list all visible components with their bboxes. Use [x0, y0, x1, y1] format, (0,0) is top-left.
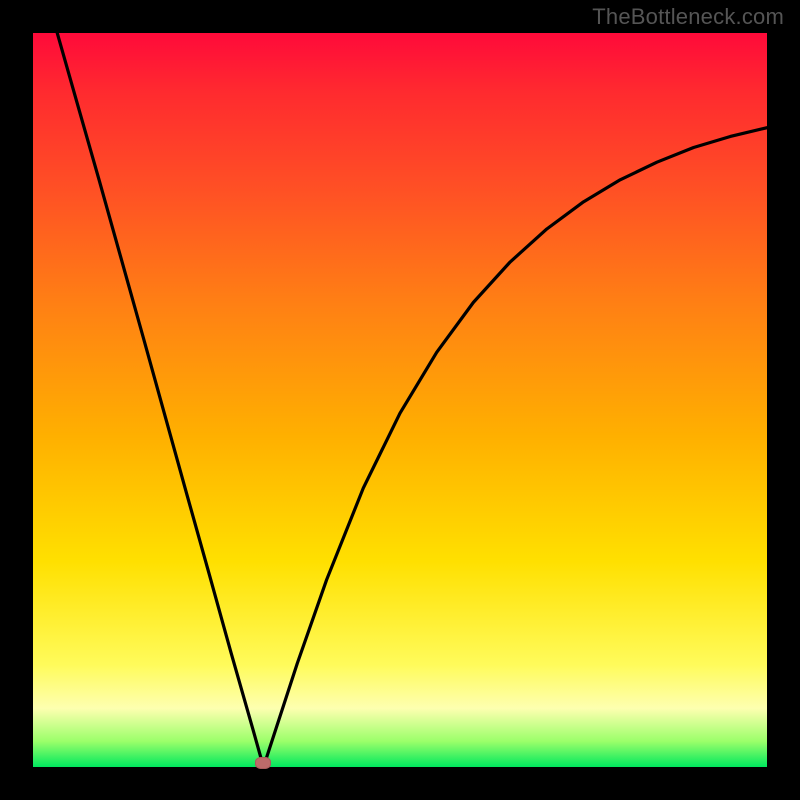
curve-svg — [33, 33, 767, 767]
chart-frame: TheBottleneck.com — [0, 0, 800, 800]
minimum-marker — [255, 757, 271, 769]
bottleneck-curve — [57, 33, 767, 767]
watermark-label: TheBottleneck.com — [592, 4, 784, 30]
plot-area — [33, 33, 767, 767]
